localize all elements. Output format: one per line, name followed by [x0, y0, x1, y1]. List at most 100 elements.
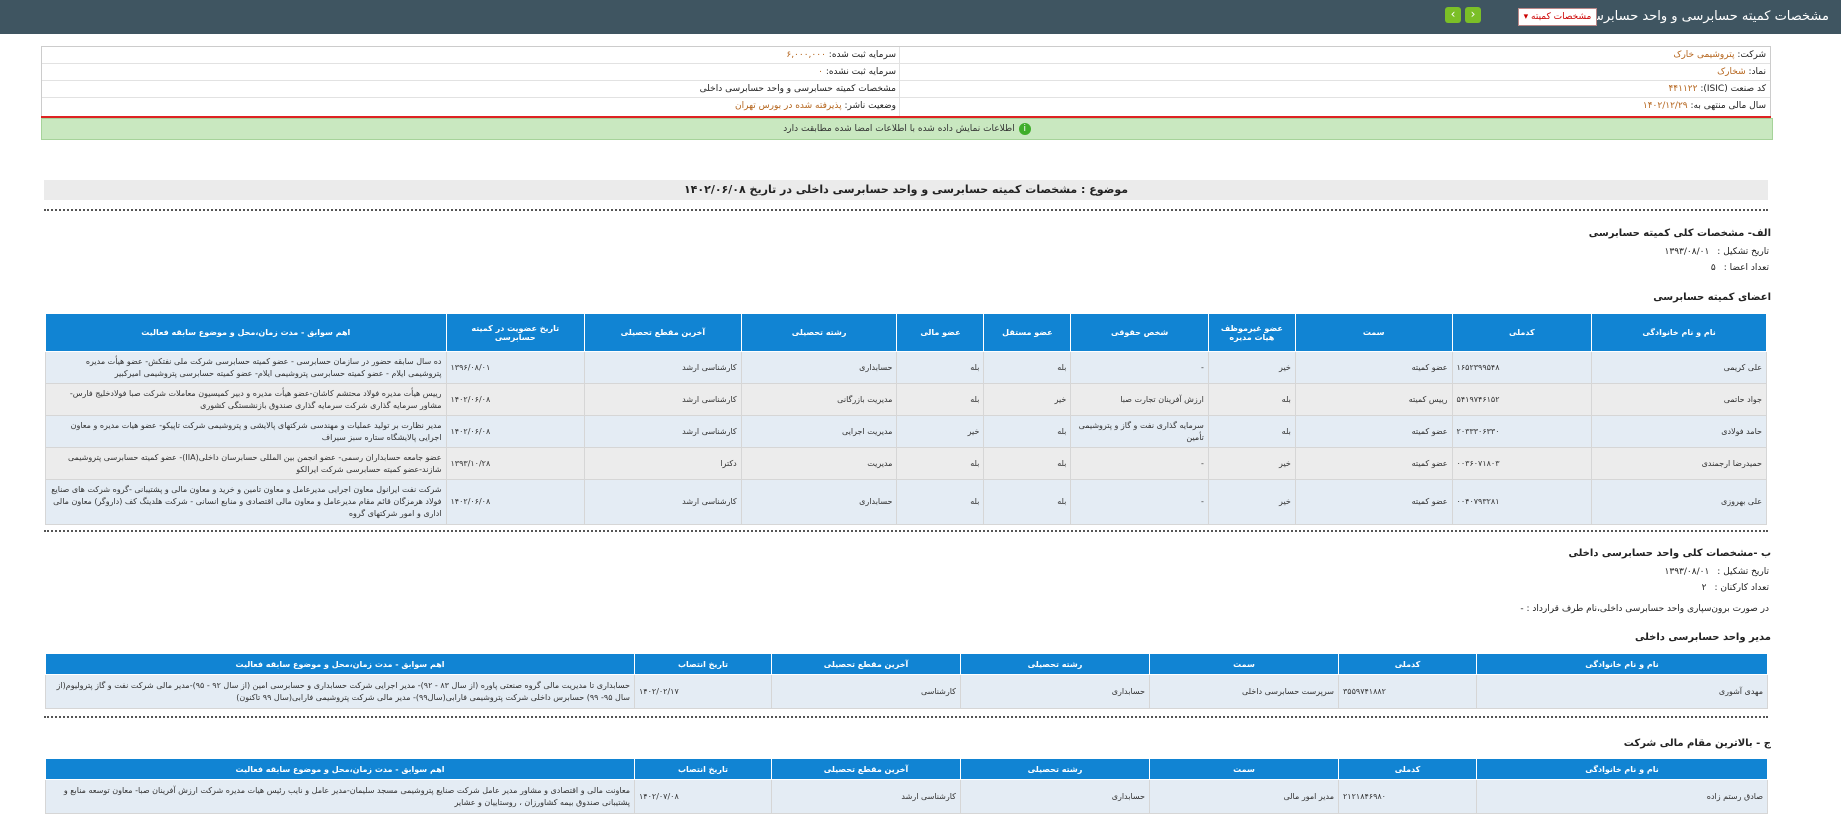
fiscal-year-label: سال مالی منتهی به:	[1690, 101, 1766, 111]
unit-formation-date: تاریخ تشکیل : ۱۳۹۳/۰۸/۰۱	[1665, 567, 1769, 577]
chevron-down-icon: ▾	[1523, 12, 1529, 22]
subject-bar: موضوع : مشخصات کمیته حسابرسی و واحد حساب…	[44, 180, 1768, 200]
table-cell: کارشناسی	[771, 674, 961, 709]
prev-button[interactable]: ›	[1445, 7, 1461, 23]
col-legal-person: شخص حقوقی	[1070, 313, 1209, 352]
col-appointment-date: تاریخ انتصاب	[634, 758, 772, 780]
table-cell: عضو کمیته	[1294, 415, 1453, 448]
col-position: سمت	[1149, 653, 1339, 675]
col-non-executive: عضو غیرموظف هیات مدیره	[1207, 313, 1296, 352]
col-appointment-date: تاریخ انتصاب	[634, 653, 772, 675]
table-cell: حسابداری	[960, 674, 1150, 709]
table-cell: مدیر امور مالی	[1149, 779, 1339, 814]
table-cell: حسابداری	[740, 351, 898, 384]
table-cell: ۰۰۴۰۷۹۳۲۸۱	[1451, 479, 1593, 525]
table-cell: بله	[983, 447, 1072, 480]
registered-capital-value: ۶,۰۰۰,۰۰۰	[786, 50, 826, 60]
chevron-right-icon: ‹	[1470, 7, 1476, 21]
table-row: جواد حاتمی ۵۴۱۹۷۴۶۱۵۲ رییس کمیته بله ارزش آف…	[45, 383, 1767, 416]
table-cell: ۳۵۵۹۷۴۱۸۸۲	[1338, 674, 1477, 709]
table-cell: جواد حاتمی	[1591, 383, 1767, 416]
table-cell: حسابداری تا مدیریت مالی گروه صنعتی پاوره…	[45, 674, 635, 709]
table-cell: ۲۱۲۱۸۴۶۹۸۰	[1338, 779, 1477, 814]
table-cell: خیر	[1207, 479, 1296, 525]
table-cell: رییس کمیته	[1294, 383, 1453, 416]
formation-value: ۱۳۹۳/۰۸/۰۱	[1664, 247, 1710, 257]
table-cell: خیر	[1207, 351, 1296, 384]
table-cell: مهدی آشوری	[1476, 674, 1768, 709]
col-position: سمت	[1149, 758, 1339, 780]
table-cell: سرپرست حسابرسی داخلی	[1149, 674, 1339, 709]
table-cell: خیر	[896, 415, 985, 448]
committee-members-count: تعداد اعضا : ۵	[1711, 263, 1769, 273]
publisher-status-label: وضعیت ناشر:	[844, 101, 896, 111]
table-cell: بله	[983, 479, 1072, 525]
table-cell: حسابداری	[740, 479, 898, 525]
company-info-box: شرکت: پتروشیمی خارک نماد: شخارک کد صنعت …	[41, 46, 1771, 118]
section-b-title: ب -مشخصات کلی واحد حسابرسی داخلی	[1568, 548, 1771, 559]
col-financial: عضو مالی	[896, 313, 985, 352]
table-cell: ۱۶۵۲۳۹۹۵۴۸	[1451, 351, 1593, 384]
col-name: نام و نام خانوادگی	[1591, 313, 1767, 352]
table-cell: بله	[1207, 383, 1296, 416]
notice-text: اطلاعات نمایش داده شده با اطلاعات امضا ش…	[783, 124, 1015, 134]
table-cell: بله	[896, 447, 985, 480]
col-field: رشته تحصیلی	[740, 313, 898, 352]
verification-notice: iاطلاعات نمایش داده شده با اطلاعات امضا …	[41, 118, 1773, 140]
col-degree: آخرین مقطع تحصیلی	[771, 758, 961, 780]
table-cell: ۱۴۰۲/۰۲/۱۷	[634, 674, 772, 709]
table-cell: -	[1070, 447, 1209, 480]
table-cell: کارشناسی ارشد	[584, 479, 742, 525]
next-button[interactable]: ‹	[1465, 7, 1481, 23]
committee-formation-date: تاریخ تشکیل : ۱۳۹۳/۰۸/۰۱	[1665, 247, 1769, 257]
isic-label: کد صنعت (ISIC):	[1700, 84, 1766, 94]
table-cell: بله	[1207, 415, 1296, 448]
subject-text: موضوع : مشخصات کمیته حسابرسی و واحد حساب…	[683, 183, 1129, 196]
report-type-select[interactable]: مشخصات کمیته ▾	[1518, 8, 1597, 26]
report-title: مشخصات کمیته حسابرسی و واحد حسابرسی داخل…	[699, 84, 896, 94]
table-cell: مدیر نظارت بر تولید عملیات و مهندسی شرکت…	[45, 415, 447, 448]
table-cell: عضو کمیته	[1294, 351, 1453, 384]
select-value: مشخصات کمیته	[1531, 12, 1592, 22]
symbol-value: شخارک	[1717, 67, 1746, 77]
table-cell: مدیریت اجرایی	[740, 415, 898, 448]
unregistered-capital-value: ۰	[818, 67, 823, 77]
table-cell: ۱۳۹۶/۰۸/۰۱	[445, 351, 586, 384]
top-bar: مشخصات کمیته حسابرسی و واحد حسابرسی داخل…	[0, 0, 1841, 34]
company-value: پتروشیمی خارک	[1673, 50, 1735, 60]
table-row: صادق رستم زاده ۲۱۲۱۸۴۶۹۸۰ مدیر امور مالی حس…	[45, 779, 1768, 814]
unregistered-capital-label: سرمایه ثبت نشده:	[825, 67, 896, 77]
dotted-divider	[44, 530, 1768, 532]
table-row: مهدی آشوری ۳۵۵۹۷۴۱۸۸۲ سرپرست حسابرسی داخلی…	[45, 674, 1768, 709]
col-experience: اهم سوابق - مدت زمان،محل و موضوع سابقه ف…	[45, 653, 635, 675]
table-cell: بله	[896, 383, 985, 416]
table-cell: مدیریت بازرگانی	[740, 383, 898, 416]
col-position: سمت	[1294, 313, 1453, 352]
table-cell: حمیدرضا ارجمندی	[1591, 447, 1767, 480]
staff-value: ۲	[1701, 583, 1707, 593]
table-row: علی بهروزی ۰۰۴۰۷۹۳۲۸۱ عضو کمیته خیر - بله بله ح…	[45, 479, 1767, 525]
table-cell: عضو جامعه حسابداران رسمی- عضو انجمن بین …	[45, 447, 447, 480]
unit-formation-label: تاریخ تشکیل :	[1717, 567, 1769, 577]
dotted-divider	[44, 209, 1768, 211]
col-experience: اهم سوابق - مدت زمان،محل و موضوع سابقه ف…	[45, 758, 635, 780]
col-experience: اهم سوابق - مدت زمان،محل و موضوع سابقه ف…	[45, 313, 447, 352]
table-cell: ۱۳۹۳/۱۰/۲۸	[445, 447, 586, 480]
fiscal-year-value: ۱۴۰۲/۱۲/۲۹	[1642, 101, 1688, 111]
table-cell: بله	[896, 351, 985, 384]
col-name: نام و نام خانوادگی	[1476, 758, 1768, 780]
table-cell: -	[1070, 351, 1209, 384]
table-cell: ۱۴۰۲/۰۶/۰۸	[445, 415, 586, 448]
table-cell: کارشناسی ارشد	[584, 415, 742, 448]
table-cell: معاونت مالی و اقتصادی و مشاور مدیر عامل …	[45, 779, 635, 814]
table-cell: علی بهروزی	[1591, 479, 1767, 525]
table-cell: کارشناسی ارشد	[771, 779, 961, 814]
info-icon: i	[1018, 122, 1031, 135]
table-cell: خیر	[1207, 447, 1296, 480]
col-national-id: کدملی	[1338, 653, 1477, 675]
dotted-divider	[44, 716, 1768, 718]
col-name: نام و نام خانوادگی	[1476, 653, 1768, 675]
col-field: رشته تحصیلی	[960, 653, 1150, 675]
col-degree: آخرین مقطع تحصیلی	[584, 313, 742, 352]
table-cell: بله	[896, 479, 985, 525]
